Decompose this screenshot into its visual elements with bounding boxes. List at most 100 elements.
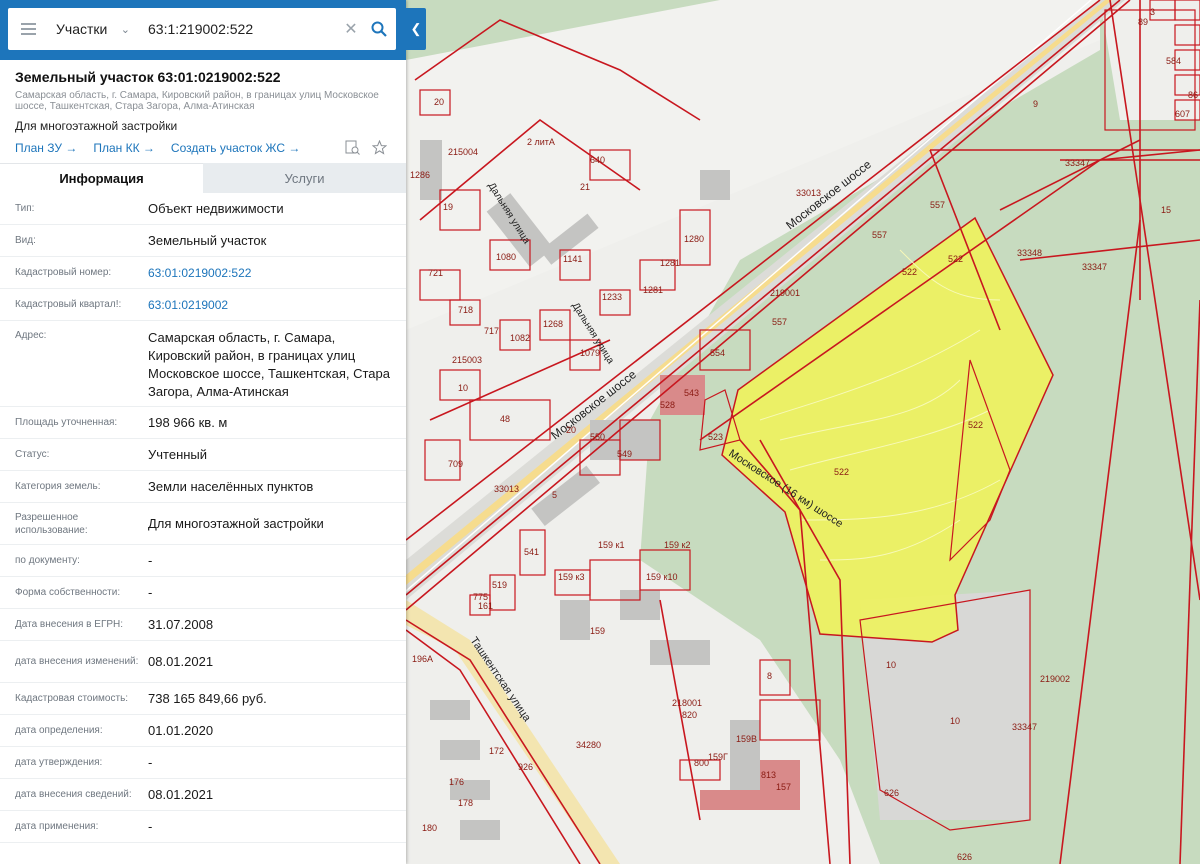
parcel-label: 48	[500, 414, 510, 424]
parcel-label: 10	[458, 383, 468, 393]
parcel-label: 33347	[1082, 262, 1107, 272]
row-label: Дата внесения в ЕГРН:	[15, 619, 124, 630]
table-row: дата применения: -	[0, 811, 406, 843]
parcel-label: 20	[434, 97, 444, 107]
search-button[interactable]	[362, 8, 396, 50]
parcel-label: 1233	[602, 292, 622, 302]
star-icon[interactable]	[372, 140, 387, 155]
table-row: Вид: Земельный участок	[0, 225, 406, 257]
table-row: Кадастровый квартал!: 63:01:0219002	[0, 289, 406, 321]
search-icon	[371, 21, 387, 37]
search-input[interactable]	[138, 8, 340, 50]
parcel-label: 15	[1161, 205, 1171, 215]
parcel-label: 522	[948, 254, 963, 264]
row-label: Адрес:	[15, 330, 47, 341]
table-row: дата утверждения: -	[0, 747, 406, 779]
object-purpose: Для многоэтажной застройки	[15, 119, 178, 133]
search-bar: Участки ⌄ ✕	[0, 0, 406, 60]
parcel-label: 519	[492, 580, 507, 590]
search-box: Участки ⌄ ✕	[8, 8, 396, 50]
object-header: Земельный участок 63:01:0219002:522 Сама…	[0, 60, 406, 155]
parcel-label: 1286	[410, 170, 430, 180]
parcel-label: 86	[1188, 90, 1198, 100]
row-value: -	[148, 584, 153, 600]
row-label: дата утверждения:	[15, 757, 103, 768]
object-links: План ЗУ → План КК → Создать участок ЖС →	[15, 140, 391, 155]
parcel-label: 820	[682, 710, 697, 720]
row-value: 08.01.2021	[148, 786, 214, 802]
row-label: дата применения:	[15, 821, 99, 832]
clear-icon[interactable]: ✕	[340, 19, 362, 39]
row-value: -	[148, 754, 153, 770]
parcel-label: 1141	[563, 254, 582, 264]
row-label: Кадастровый номер:	[15, 267, 112, 278]
cadastral-quarter-link[interactable]: 63:01:0219002	[148, 296, 406, 314]
parcel-label: 557	[930, 200, 945, 210]
parcel-label: 1281	[660, 258, 680, 268]
create-parcel-link[interactable]: Создать участок ЖС →	[171, 141, 300, 155]
parcel-label: 709	[448, 459, 463, 469]
plan-zu-link[interactable]: План ЗУ →	[15, 141, 77, 155]
collapse-panel-button[interactable]: ❮	[406, 8, 426, 50]
table-row: Адрес: Самарская область, г. Самара, Кир…	[0, 321, 406, 407]
menu-icon[interactable]	[8, 8, 48, 50]
row-value: -	[148, 818, 153, 834]
cadastral-number-link[interactable]: 63:01:0219002:522	[148, 264, 406, 282]
table-row: Тип: Объект недвижимости	[0, 193, 406, 225]
parcel-label: 159В	[736, 734, 757, 744]
row-label: Статус:	[15, 449, 50, 460]
info-panel: Участки ⌄ ✕ ❮ Земельный участок 63:01:02…	[0, 0, 426, 864]
row-value: 08.01.2021	[148, 653, 214, 669]
parcel-label: 89	[1138, 17, 1148, 27]
app-root: Московское шоссе Московское шоссе Москов…	[0, 0, 1200, 864]
parcel-label: 196А	[412, 654, 433, 664]
parcel-label: 159	[590, 626, 605, 636]
row-label: Разрешенное использование:	[15, 511, 88, 536]
row-label: Категория земель:	[15, 481, 101, 492]
parcel-label: 19	[443, 202, 453, 212]
object-title: Земельный участок 63:01:0219002:522	[15, 69, 281, 85]
search-type-select[interactable]: Участки ⌄	[48, 8, 138, 50]
parcel-label: 33347	[1012, 722, 1037, 732]
row-label: Вид:	[15, 235, 36, 246]
parcel-label: 626	[884, 788, 899, 798]
parcel-label: 1280	[684, 234, 704, 244]
row-value: Объект недвижимости	[148, 200, 284, 216]
row-value: Земельный участок	[148, 232, 267, 248]
table-row: Статус: Учтенный	[0, 439, 406, 471]
parcel-label: 161	[478, 601, 493, 611]
parcel-label: 522	[834, 467, 849, 477]
row-value: Учтенный	[148, 446, 208, 462]
parcel-label: 541	[524, 547, 539, 557]
table-row: Категория земель: Земли населённых пункт…	[0, 471, 406, 503]
parcel-label: 159Г	[708, 752, 728, 762]
parcel-label: 522	[902, 267, 917, 277]
parcel-label: 522	[968, 420, 983, 430]
parcel-label: 10	[950, 716, 960, 726]
parcel-label: 159 к3	[558, 572, 584, 582]
row-value: Самарская область, г. Самара, Кировский …	[148, 330, 390, 399]
row-label: Тип:	[15, 203, 35, 214]
tab-info[interactable]: Информация	[0, 163, 203, 193]
parcel-label: 10	[886, 660, 896, 670]
row-value: Для многоэтажной застройки	[148, 515, 324, 531]
row-value: 198 966 кв. м	[148, 414, 228, 430]
parcel-label: 9	[1033, 99, 1038, 109]
parcel-label: 180	[422, 823, 437, 833]
table-row: Площадь уточненная: 198 966 кв. м	[0, 407, 406, 439]
info-table: Тип: Объект недвижимости Вид: Земельный …	[0, 193, 406, 843]
tabs: Информация Услуги	[0, 163, 406, 193]
parcel-label: 550	[590, 432, 605, 442]
row-label: по документу:	[15, 555, 80, 566]
map-search-icon[interactable]	[345, 140, 360, 155]
parcel-label: 1079	[580, 348, 600, 358]
row-label: дата внесения изменений:	[15, 656, 139, 667]
row-label: дата определения:	[15, 725, 103, 736]
plan-kk-link[interactable]: План КК →	[93, 141, 155, 155]
table-row: дата внесения сведений: 08.01.2021	[0, 779, 406, 811]
parcel-label: 215003	[452, 355, 482, 365]
parcel-label: 172	[489, 746, 504, 756]
table-row: Кадастровый номер: 63:01:0219002:522	[0, 257, 406, 289]
tab-services[interactable]: Услуги	[203, 163, 406, 193]
parcel-label: 218001	[672, 698, 702, 708]
